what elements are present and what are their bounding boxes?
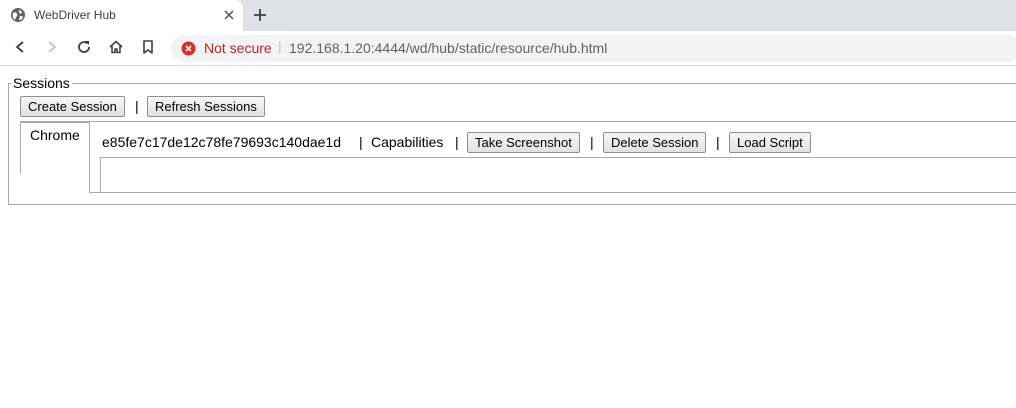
security-status-label[interactable]: Not secure bbox=[204, 40, 272, 56]
separator: | bbox=[359, 134, 363, 150]
chrome-tab-label: Chrome bbox=[30, 127, 80, 143]
not-secure-warning-icon[interactable] bbox=[181, 41, 196, 56]
sessions-legend: Sessions bbox=[11, 75, 72, 91]
tab-title: WebDriver Hub bbox=[34, 8, 116, 22]
close-icon[interactable] bbox=[222, 8, 236, 22]
browser-toolbar: Not secure | 192.168.1.20:4444/wd/hub/st… bbox=[0, 31, 1016, 66]
capabilities-link[interactable]: Capabilities bbox=[371, 134, 443, 150]
delete-session-button[interactable]: Delete Session bbox=[603, 132, 707, 153]
hub-page: Sessions Create Session | Refresh Sessio… bbox=[0, 67, 1016, 408]
separator: | bbox=[135, 98, 139, 114]
refresh-sessions-button[interactable]: Refresh Sessions bbox=[147, 96, 265, 117]
address-divider: | bbox=[278, 38, 282, 54]
tab-strip: WebDriver Hub bbox=[0, 0, 1016, 31]
home-icon[interactable] bbox=[108, 39, 124, 55]
browser-tab[interactable]: WebDriver Hub bbox=[0, 0, 243, 31]
take-screenshot-button[interactable]: Take Screenshot bbox=[467, 132, 580, 153]
forward-arrow-icon[interactable] bbox=[44, 39, 60, 55]
load-script-button[interactable]: Load Script bbox=[729, 132, 811, 153]
new-tab-icon[interactable] bbox=[252, 7, 268, 23]
back-arrow-icon[interactable] bbox=[12, 39, 28, 55]
tab-border-left bbox=[20, 146, 21, 174]
globe-icon bbox=[11, 8, 25, 22]
url-text[interactable]: 192.168.1.20:4444/wd/hub/static/resource… bbox=[289, 40, 607, 56]
address-bar[interactable]: Not secure | 192.168.1.20:4444/wd/hub/st… bbox=[171, 35, 1016, 62]
script-output-area[interactable] bbox=[100, 157, 1016, 192]
chrome-session-tab[interactable]: Chrome bbox=[20, 122, 90, 147]
reload-icon[interactable] bbox=[76, 39, 92, 55]
text-caret bbox=[100, 158, 101, 172]
separator: | bbox=[716, 134, 720, 150]
create-session-button[interactable]: Create Session bbox=[20, 96, 125, 117]
bookmark-icon[interactable] bbox=[140, 39, 156, 55]
session-id: e85fe7c17de12c78fe79693c140dae1d bbox=[102, 134, 342, 150]
separator: | bbox=[590, 134, 594, 150]
separator: | bbox=[455, 134, 459, 150]
